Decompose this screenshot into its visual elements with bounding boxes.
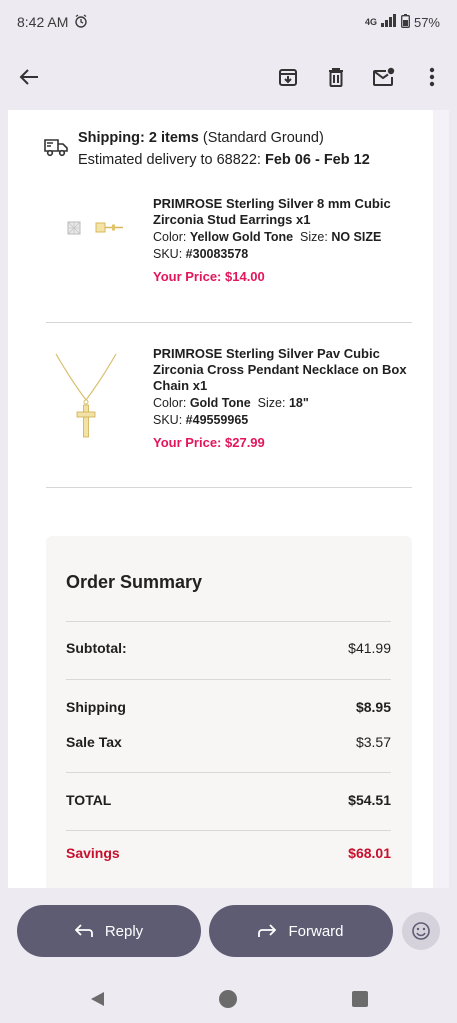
truck-icon	[44, 137, 68, 164]
triangle-back-icon	[91, 992, 104, 1006]
color-label: Color:	[153, 230, 187, 244]
forward-icon	[258, 924, 277, 937]
reply-button[interactable]: Reply	[17, 905, 201, 957]
back-button[interactable]	[14, 62, 44, 92]
shipping-cost-value: $8.95	[355, 699, 391, 715]
subtotal-row: Subtotal: $41.99	[66, 640, 391, 656]
more-vert-icon	[429, 67, 435, 87]
subtotal-label: Subtotal:	[66, 640, 127, 656]
sku-value: #49559965	[185, 413, 249, 427]
nav-back-button[interactable]	[88, 990, 106, 1013]
tax-row: Sale Tax $3.57	[66, 734, 391, 750]
savings-label: Savings	[66, 845, 120, 861]
battery-icon	[401, 13, 410, 31]
size-value: 18"	[288, 396, 309, 410]
savings-value: $68.01	[348, 845, 391, 861]
color-label: Color:	[153, 396, 187, 410]
trash-icon	[329, 68, 343, 87]
shipping-label: Shipping: 2 items	[78, 130, 199, 146]
sku-value: #30083578	[185, 247, 249, 261]
size-value: NO SIZE	[331, 230, 382, 244]
item-price: Your Price: $27.99	[153, 435, 265, 450]
reply-label: Reply	[104, 922, 144, 940]
forward-button[interactable]: Forward	[209, 905, 393, 957]
sku-label: SKU:	[153, 247, 183, 261]
delivery-prefix: Estimated delivery to 68822:	[78, 152, 261, 168]
signal-icon	[380, 14, 397, 30]
arrow-left-icon	[19, 69, 38, 85]
shipping-cost-label: Shipping	[66, 699, 126, 715]
shipping-method: (Standard Ground)	[202, 130, 324, 146]
total-label: TOTAL	[66, 792, 112, 808]
order-summary: Order Summary Subtotal: $41.99 Shipping …	[46, 536, 412, 888]
item-divider	[46, 322, 412, 323]
battery-percent: 57%	[413, 14, 440, 30]
delete-button[interactable]	[323, 62, 349, 92]
color-value: Gold Tone	[189, 396, 251, 410]
item-divider	[46, 487, 412, 488]
archive-icon	[279, 69, 297, 86]
shipping-header: Shipping: 2 items (Standard Ground) Esti…	[44, 127, 414, 171]
subtotal-value: $41.99	[348, 640, 391, 656]
summary-divider	[66, 772, 391, 773]
item-name: PRIMROSE Sterling Silver Pav Cubic Zirco…	[153, 346, 407, 393]
emoji-icon	[412, 922, 430, 940]
earrings-image	[46, 200, 126, 280]
clock-time: 8:42 AM	[17, 14, 69, 30]
savings-row: Savings $68.01	[66, 845, 391, 861]
summary-divider	[66, 679, 391, 680]
add-reaction-button[interactable]	[402, 912, 440, 950]
total-row: TOTAL $54.51	[66, 792, 391, 808]
size-label: Size:	[300, 230, 328, 244]
mark-unread-button[interactable]	[371, 62, 397, 92]
nav-recents-button[interactable]	[352, 991, 368, 1007]
summary-divider	[66, 621, 391, 622]
mail-unread-icon	[373, 67, 395, 86]
reply-icon	[74, 924, 93, 937]
item-price: Your Price: $14.00	[153, 269, 265, 284]
status-bar: 8:42 AM 4G 57%	[0, 0, 457, 44]
network-type: 4G	[364, 17, 377, 27]
alarm-icon	[74, 13, 88, 31]
scrollbar-track[interactable]	[433, 110, 449, 888]
nav-home-button[interactable]	[219, 990, 237, 1008]
delivery-dates: Feb 06 - Feb 12	[265, 152, 370, 168]
shipping-row: Shipping $8.95	[66, 699, 391, 715]
sku-label: SKU:	[153, 413, 183, 427]
total-value: $54.51	[348, 792, 391, 808]
tax-label: Sale Tax	[66, 734, 122, 750]
summary-divider	[66, 830, 391, 831]
order-item[interactable]: PRIMROSE Sterling Silver 8 mm Cubic Zirc…	[46, 196, 412, 306]
app-bar	[0, 52, 457, 102]
archive-button[interactable]	[275, 62, 301, 92]
forward-label: Forward	[288, 922, 344, 940]
order-summary-title: Order Summary	[66, 572, 203, 592]
tax-value: $3.57	[355, 734, 391, 750]
email-body: Shipping: 2 items (Standard Ground) Esti…	[8, 110, 433, 888]
order-item[interactable]: PRIMROSE Sterling Silver Pav Cubic Zirco…	[46, 346, 412, 476]
size-label: Size:	[257, 396, 286, 410]
necklace-image	[46, 350, 126, 440]
more-options-button[interactable]	[419, 62, 445, 92]
system-nav-bar	[0, 980, 457, 1020]
color-value: Yellow Gold Tone	[189, 230, 294, 244]
item-name: PRIMROSE Sterling Silver 8 mm Cubic Zirc…	[153, 196, 391, 227]
